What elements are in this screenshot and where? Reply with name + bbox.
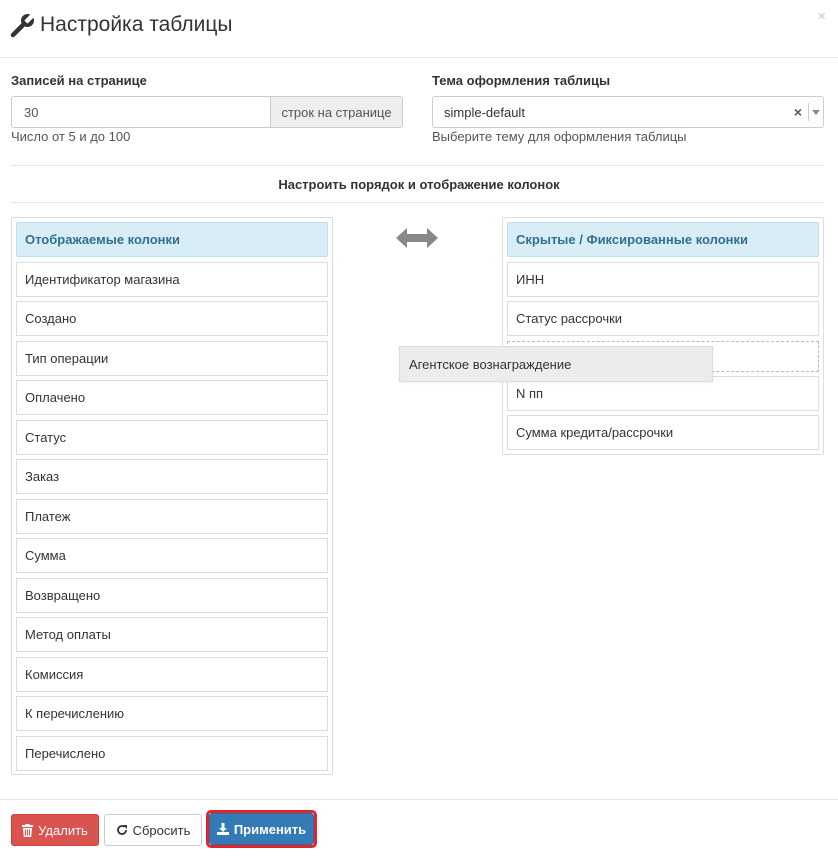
apply-button[interactable]: Применить (209, 813, 314, 845)
divider (11, 202, 824, 203)
wrench-icon (10, 12, 36, 38)
hidden-columns-panel: Скрытые / Фиксированные колонки ИНН Стат… (502, 217, 824, 455)
download-icon (216, 823, 229, 835)
records-per-page-addon: строк на странице (270, 97, 402, 127)
visible-columns-panel: Отображаемые колонки Идентификатор магаз… (11, 217, 333, 775)
visible-column-item[interactable]: Комиссия (16, 657, 328, 692)
columns-section-title: Настроить порядок и отображение колонок (278, 177, 560, 192)
theme-select[interactable]: simple-default × (432, 96, 824, 128)
visible-column-item[interactable]: Метод оплаты (16, 617, 328, 652)
delete-button[interactable]: Удалить (11, 814, 99, 846)
dragging-column-item[interactable]: Агентское вознаграждение (399, 346, 713, 382)
hidden-column-item[interactable]: Сумма кредита/рассрочки (507, 415, 819, 450)
records-per-page-label: Записей на странице (11, 73, 147, 88)
theme-label: Тема оформления таблицы (432, 73, 611, 88)
visible-column-item[interactable]: Платеж (16, 499, 328, 534)
clear-icon[interactable]: × (788, 104, 808, 120)
visible-column-item[interactable]: Возвращено (16, 578, 328, 613)
visible-column-item[interactable]: К перечислению (16, 696, 328, 731)
theme-help: Выберите тему для оформления таблицы (432, 129, 687, 144)
visible-column-item[interactable]: Идентификатор магазина (16, 262, 328, 297)
delete-button-label: Удалить (38, 822, 88, 838)
swap-arrows-icon (396, 228, 438, 248)
visible-column-item[interactable]: Создано (16, 301, 328, 336)
visible-column-item[interactable]: Оплачено (16, 380, 328, 415)
chevron-down-icon[interactable] (809, 109, 823, 115)
hidden-column-item[interactable]: ИНН (507, 262, 819, 297)
records-per-page-input[interactable] (12, 97, 270, 127)
theme-select-value: simple-default (444, 104, 525, 120)
modal-title: Настройка таблицы (40, 13, 233, 36)
hidden-column-item[interactable]: Статус рассрочки (507, 301, 819, 336)
trash-icon (22, 823, 34, 837)
apply-button-label: Применить (233, 821, 307, 837)
visible-column-item[interactable]: Тип операции (16, 341, 328, 376)
modal-header: Настройка таблицы × (0, 0, 838, 58)
visible-columns-header: Отображаемые колонки (16, 222, 328, 257)
records-per-page-help: Число от 5 и до 100 (11, 129, 131, 144)
reset-button[interactable]: Сбросить (104, 814, 202, 846)
visible-column-item[interactable]: Сумма (16, 538, 328, 573)
visible-column-item[interactable]: Заказ (16, 459, 328, 494)
visible-column-item[interactable]: Перечислено (16, 736, 328, 771)
modal-footer-divider (0, 799, 838, 800)
visible-column-item[interactable]: Статус (16, 420, 328, 455)
records-per-page-group: строк на странице (11, 96, 403, 128)
hidden-columns-header: Скрытые / Фиксированные колонки (507, 222, 819, 257)
close-button[interactable]: × (817, 8, 826, 25)
divider (11, 165, 824, 166)
refresh-icon (116, 825, 127, 835)
reset-button-label: Сбросить (132, 822, 191, 838)
